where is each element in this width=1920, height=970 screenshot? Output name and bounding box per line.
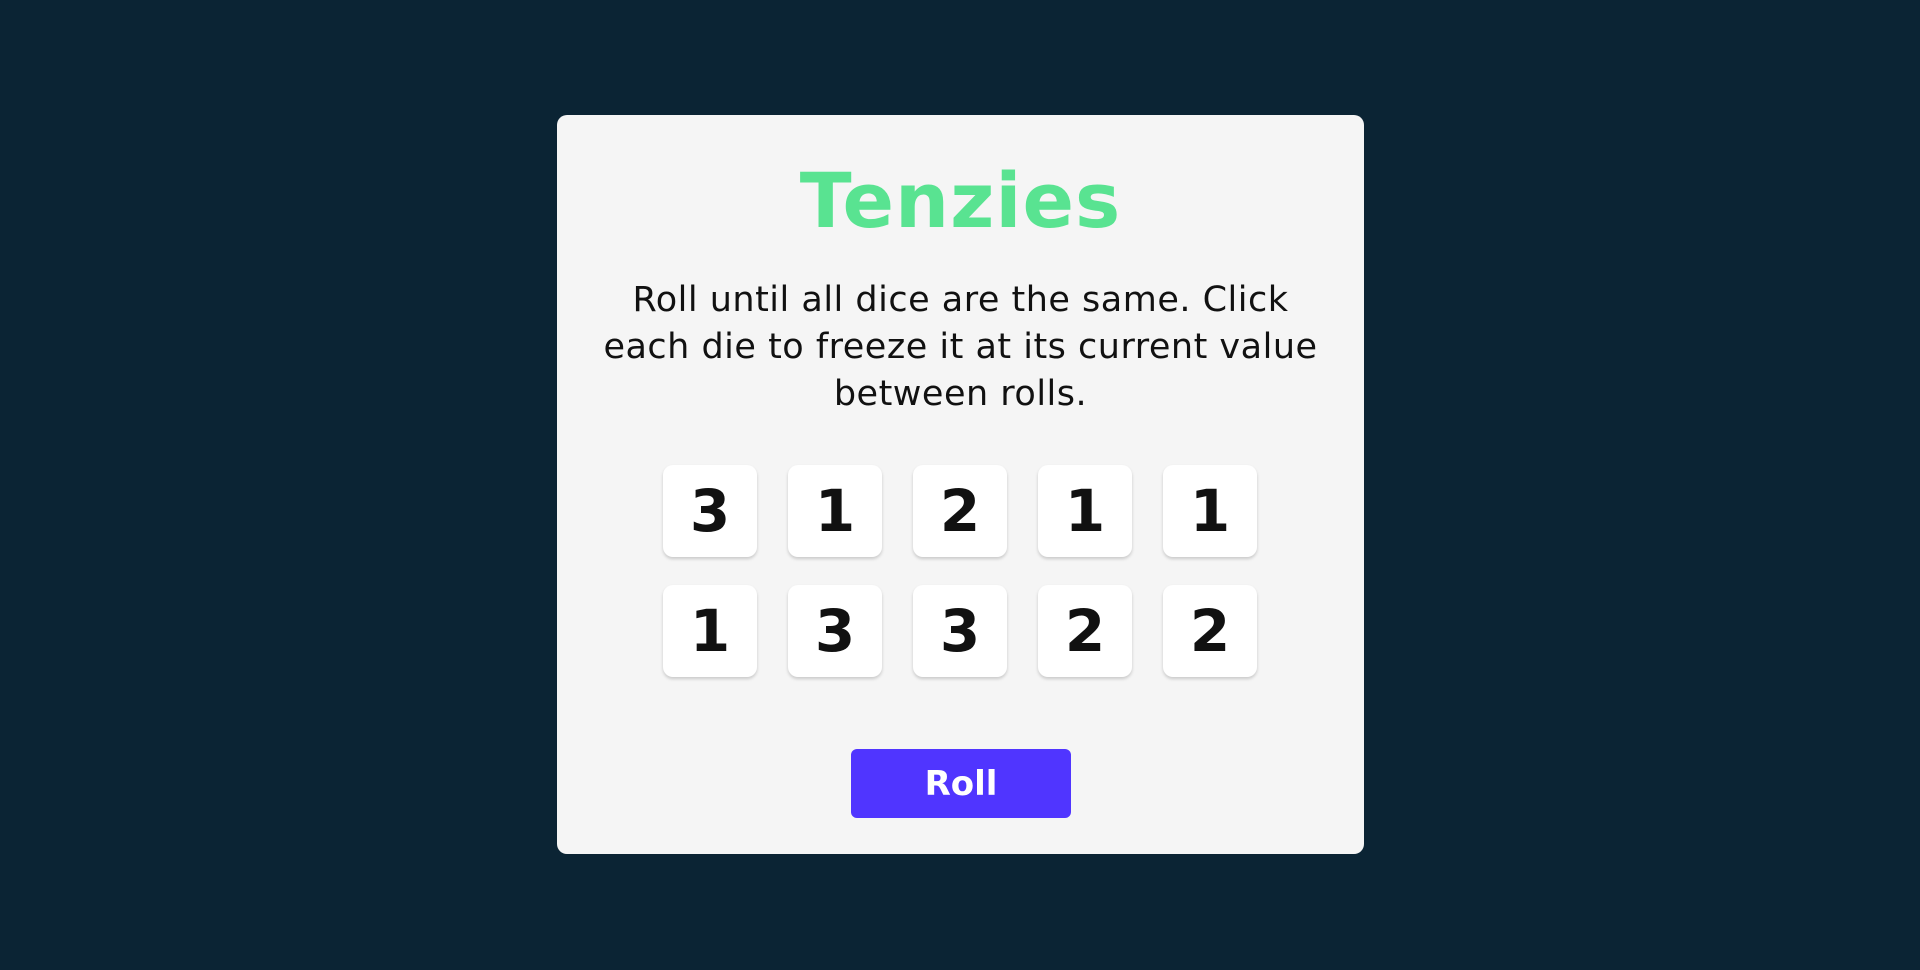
die-4[interactable]: 1 [1038, 465, 1132, 557]
die-2[interactable]: 1 [788, 465, 882, 557]
die-7[interactable]: 3 [788, 585, 882, 677]
game-instructions: Roll until all dice are the same. Click … [603, 280, 1318, 414]
game-panel: Tenzies Roll until all dice are the same… [557, 115, 1364, 854]
die-8[interactable]: 3 [913, 585, 1007, 677]
game-title: Tenzies [799, 156, 1122, 245]
die-1[interactable]: 3 [663, 465, 757, 557]
die-9[interactable]: 2 [1038, 585, 1132, 677]
roll-button[interactable]: Roll [851, 749, 1071, 818]
die-6[interactable]: 1 [663, 585, 757, 677]
die-3[interactable]: 2 [913, 465, 1007, 557]
die-5[interactable]: 1 [1163, 465, 1257, 557]
dice-grid: 3 1 2 1 1 1 3 3 2 2 [663, 465, 1257, 677]
die-10[interactable]: 2 [1163, 585, 1257, 677]
